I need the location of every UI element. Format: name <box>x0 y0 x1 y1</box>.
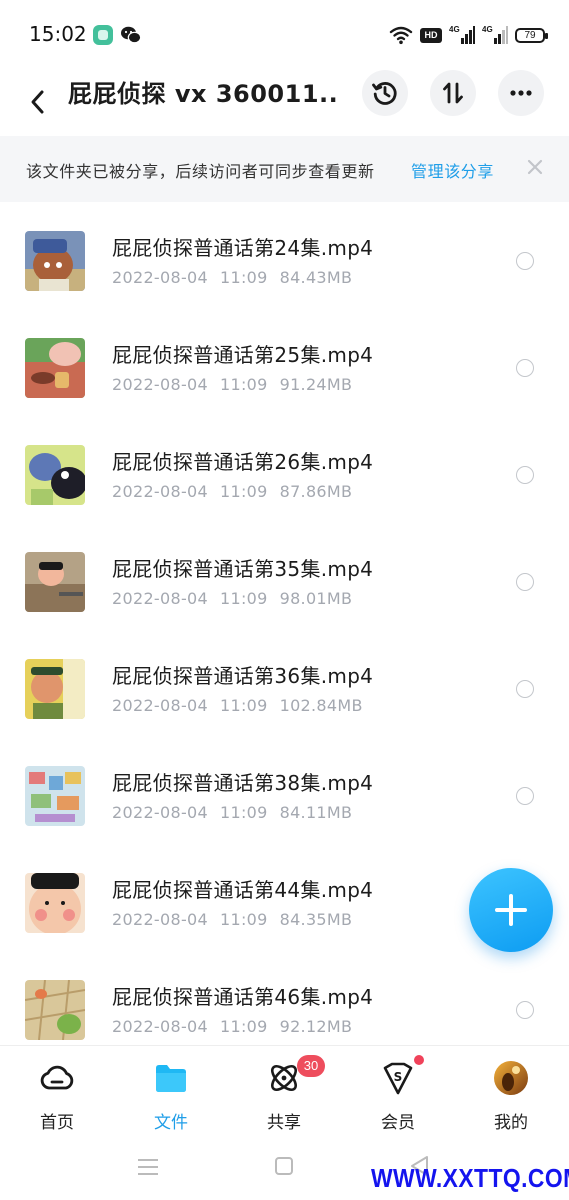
battery-indicator: 79 <box>515 27 548 43</box>
file-meta: 2022-08-04 11:09 91.24MB <box>112 375 353 394</box>
menu-icon[interactable] <box>136 1156 160 1178</box>
nav-label: 我的 <box>494 1113 528 1133</box>
file-name: 屁屁侦探普通话第24集.mp4 <box>112 236 374 260</box>
more-icon <box>510 90 532 96</box>
video-thumbnail <box>25 338 85 398</box>
file-meta: 2022-08-04 11:09 84.43MB <box>112 268 353 287</box>
header: 屁屁侦探 vx 360011... <box>0 70 569 136</box>
signal-icon: 4G <box>449 25 475 45</box>
sort-icon <box>443 82 463 104</box>
folder-icon <box>156 1065 186 1092</box>
file-row[interactable]: 屁屁侦探普通话第36集.mp4 2022-08-04 11:09 102.84MB <box>0 633 569 740</box>
video-thumbnail <box>25 445 85 505</box>
notification-dot <box>414 1055 424 1065</box>
video-thumbnail <box>25 766 85 826</box>
select-radio[interactable] <box>516 466 534 484</box>
nav-label: 共享 <box>267 1113 301 1133</box>
wechat-icon <box>121 26 142 44</box>
file-row[interactable]: 屁屁侦探普通话第46集.mp4 2022-08-04 11:09 92.12MB <box>0 954 569 1045</box>
nav-share[interactable]: 30 共享 <box>229 1046 339 1141</box>
avatar <box>494 1061 528 1095</box>
nav-label: 文件 <box>154 1113 188 1133</box>
svg-text:S: S <box>394 1070 403 1084</box>
file-row[interactable]: 屁屁侦探普通话第35集.mp4 2022-08-04 11:09 98.01MB <box>0 526 569 633</box>
file-name: 屁屁侦探普通话第25集.mp4 <box>112 343 374 367</box>
select-radio[interactable] <box>516 680 534 698</box>
status-bar: 15:02 HD 4G 4G 79 <box>0 0 569 70</box>
notification-app-icon <box>93 25 113 45</box>
file-meta: 2022-08-04 11:09 87.86MB <box>112 482 353 501</box>
status-icons: HD 4G 4G 79 <box>389 22 548 48</box>
close-icon[interactable] <box>524 156 546 178</box>
nav-vip[interactable]: S 会员 <box>343 1046 453 1141</box>
watermark: WWW.XXTTQ.COM <box>371 1163 569 1193</box>
file-name: 屁屁侦探普通话第44集.mp4 <box>112 878 374 902</box>
nav-home[interactable]: 首页 <box>2 1046 112 1141</box>
file-row[interactable]: 屁屁侦探普通话第38集.mp4 2022-08-04 11:09 84.11MB <box>0 740 569 847</box>
video-thumbnail <box>25 980 85 1040</box>
back-button[interactable] <box>22 80 54 124</box>
history-icon <box>372 82 397 105</box>
select-radio[interactable] <box>516 573 534 591</box>
select-radio[interactable] <box>516 787 534 805</box>
manage-share-link[interactable]: 管理该分享 <box>411 158 494 182</box>
file-meta: 2022-08-04 11:09 84.11MB <box>112 803 353 822</box>
plus-icon <box>495 894 527 926</box>
share-count-badge: 30 <box>297 1055 325 1077</box>
add-button[interactable] <box>469 868 553 952</box>
hd-badge: HD <box>420 27 442 43</box>
wifi-icon <box>389 26 413 45</box>
select-radio[interactable] <box>516 1001 534 1019</box>
cloud-icon <box>40 1065 74 1090</box>
select-radio[interactable] <box>516 359 534 377</box>
file-row[interactable]: 屁屁侦探普通话第25集.mp4 2022-08-04 11:09 91.24MB <box>0 312 569 419</box>
file-row[interactable]: 屁屁侦探普通话第26集.mp4 2022-08-04 11:09 87.86MB <box>0 419 569 526</box>
back-arrow-icon <box>31 90 44 114</box>
nav-label: 会员 <box>381 1113 415 1133</box>
signal-icon: 4G <box>482 25 508 45</box>
history-button[interactable] <box>362 70 408 116</box>
sort-button[interactable] <box>430 70 476 116</box>
file-meta: 2022-08-04 11:09 98.01MB <box>112 589 353 608</box>
file-meta: 2022-08-04 11:09 84.35MB <box>112 910 353 929</box>
file-name: 屁屁侦探普通话第35集.mp4 <box>112 557 374 581</box>
file-meta: 2022-08-04 11:09 92.12MB <box>112 1017 353 1036</box>
video-thumbnail <box>25 231 85 291</box>
vip-shield-icon: S <box>383 1062 413 1095</box>
page-title: 屁屁侦探 vx 360011... <box>68 80 338 108</box>
share-banner: 该文件夹已被分享，后续访问者可同步查看更新 管理该分享 <box>0 136 569 202</box>
file-name: 屁屁侦探普通话第38集.mp4 <box>112 771 374 795</box>
nav-label: 首页 <box>40 1113 74 1133</box>
share-banner-text: 该文件夹已被分享，后续访问者可同步查看更新 <box>26 162 375 181</box>
select-radio[interactable] <box>516 252 534 270</box>
file-row[interactable]: 屁屁侦探普通话第24集.mp4 2022-08-04 11:09 84.43MB <box>0 205 569 312</box>
bottom-nav: 首页 文件 30 共享 S 会员 我的 <box>0 1045 569 1140</box>
file-name: 屁屁侦探普通话第36集.mp4 <box>112 664 374 688</box>
status-time: 15:02 <box>29 22 87 46</box>
video-thumbnail <box>25 873 85 933</box>
nav-me[interactable]: 我的 <box>456 1046 566 1141</box>
file-name: 屁屁侦探普通话第26集.mp4 <box>112 450 374 474</box>
nav-files[interactable]: 文件 <box>116 1046 226 1141</box>
video-thumbnail <box>25 552 85 612</box>
file-name: 屁屁侦探普通话第46集.mp4 <box>112 985 374 1009</box>
more-button[interactable] <box>498 70 544 116</box>
video-thumbnail <box>25 659 85 719</box>
home-icon[interactable] <box>273 1155 295 1177</box>
file-meta: 2022-08-04 11:09 102.84MB <box>112 696 363 715</box>
